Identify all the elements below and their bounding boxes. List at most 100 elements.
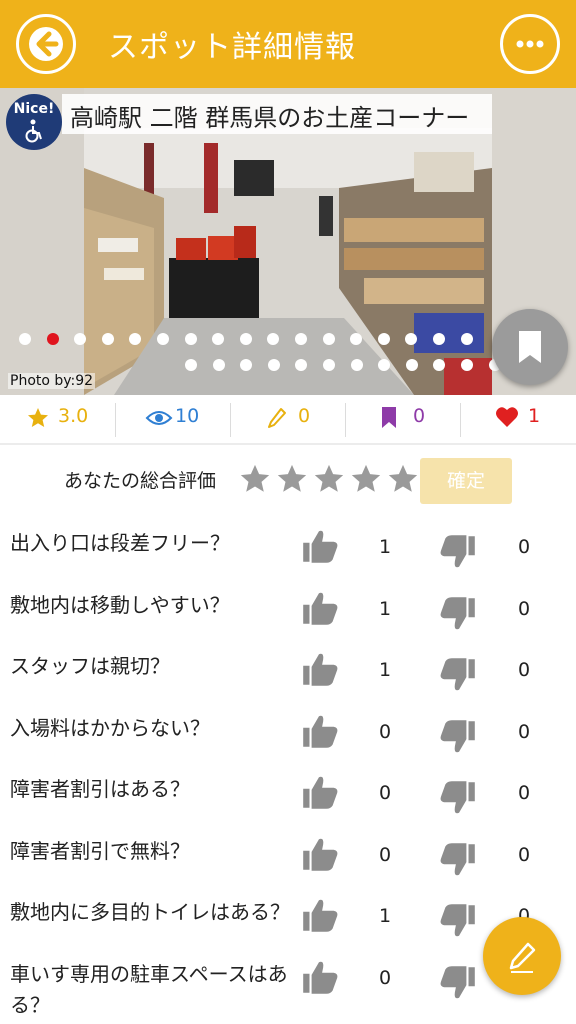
- thumbs-up-icon[interactable]: [298, 526, 342, 568]
- rating-star-icon[interactable]: [386, 462, 420, 496]
- question-row: 障害者割引で無料？ 0 0: [0, 836, 576, 898]
- carousel-dot[interactable]: [185, 359, 197, 371]
- rating-label: あなたの総合評価: [64, 470, 217, 492]
- question-row: 入場料はかからない？ 0 0: [0, 713, 576, 775]
- carousel-dot[interactable]: [267, 359, 280, 371]
- carousel-dot[interactable]: [460, 333, 473, 345]
- carousel-dot[interactable]: [157, 333, 169, 345]
- back-button[interactable]: [16, 14, 76, 74]
- thumbs-down-icon[interactable]: [436, 592, 480, 634]
- thumbs-up-icon[interactable]: [298, 772, 342, 814]
- carousel-dot[interactable]: [295, 333, 307, 345]
- yes-count: 0: [378, 966, 392, 989]
- carousel-dot[interactable]: [405, 359, 418, 371]
- bookmark-icon: [382, 407, 396, 428]
- stat-reviews: 0: [230, 395, 345, 443]
- yes-count: 0: [378, 782, 392, 804]
- yes-count: 1: [378, 905, 392, 927]
- thumbs-down-icon[interactable]: [436, 961, 480, 1003]
- photo-carousel[interactable]: 高崎駅 二階 群馬県のお土産コーナー Nice! Photo by:92: [0, 88, 576, 395]
- thumbs-down-icon[interactable]: [436, 715, 480, 757]
- question-row: 出入り口は段差フリー？ 1 0: [0, 528, 576, 590]
- question-text: 障害者割引で無料？: [10, 838, 190, 863]
- yes-count: 0: [378, 720, 392, 743]
- thumbs-up-icon[interactable]: [298, 957, 342, 999]
- thumbs-down-icon[interactable]: [436, 776, 480, 818]
- bookmark-button[interactable]: [492, 309, 568, 385]
- stat-bookmarks: 0: [345, 395, 460, 443]
- question-text: 出入り口は段差フリー？: [10, 531, 230, 555]
- page-title: スポット詳細情報: [108, 30, 356, 65]
- carousel-dot[interactable]: [239, 333, 252, 345]
- question-text: 障害者割引はある？: [10, 777, 190, 801]
- yes-count: 0: [378, 843, 392, 866]
- no-count: 0: [517, 720, 531, 743]
- carousel-dot[interactable]: [212, 359, 225, 371]
- spot-title: 高崎駅 二階 群馬県のお土産コーナー: [70, 104, 470, 132]
- question-row: 敷地内は移動しやすい？ 1 0: [0, 590, 576, 652]
- stat-rating-value: 3.0: [58, 405, 89, 427]
- stats-row: 3.0 10 0 0 1: [0, 395, 576, 445]
- carousel-dot[interactable]: [377, 333, 390, 345]
- thumbs-up-icon[interactable]: [298, 711, 342, 753]
- question-row: 障害者割引はある？ 0 0: [0, 774, 576, 836]
- stat-likes-value: 1: [528, 405, 541, 427]
- more-button[interactable]: [500, 14, 560, 74]
- pencil-icon: [509, 942, 536, 973]
- stat-views-value: 10: [175, 405, 200, 427]
- question-text: 敷地内は移動しやすい？: [10, 592, 230, 617]
- bookmark-icon: [519, 331, 541, 363]
- app-header: スポット詳細情報: [0, 0, 576, 88]
- rating-star-icon[interactable]: [275, 462, 309, 496]
- nice-badge-text: Nice!: [13, 101, 55, 117]
- wheelchair-icon: [25, 119, 42, 143]
- carousel-dot[interactable]: [101, 333, 114, 345]
- stat-reviews-value: 0: [298, 405, 311, 427]
- rating-star-icon[interactable]: [349, 462, 383, 496]
- question-text: 入場料はかからない？: [10, 715, 210, 740]
- question-row: スタッフは親切？ 1 0: [0, 651, 576, 713]
- thumbs-down-icon[interactable]: [436, 838, 480, 880]
- stat-views: 10: [115, 395, 230, 443]
- yes-count: 1: [378, 597, 392, 620]
- star-icon: [28, 408, 48, 427]
- no-count: 0: [517, 843, 531, 866]
- carousel-dot[interactable]: [433, 333, 445, 345]
- question-text: 車いす専用の駐車スペースはある？: [10, 961, 288, 1017]
- app-screen: スポット詳細情報 高崎駅 二階 群馬県のお土産コーナー Nice! Photo …: [0, 0, 576, 1024]
- carousel-dot[interactable]: [350, 359, 363, 371]
- stat-likes: 1: [460, 395, 575, 443]
- yes-count: 1: [378, 536, 392, 558]
- no-count: 0: [517, 782, 531, 804]
- thumbs-up-icon[interactable]: [298, 895, 342, 937]
- thumbs-down-icon[interactable]: [436, 653, 480, 695]
- thumbs-down-icon[interactable]: [436, 899, 480, 941]
- no-count: 0: [517, 659, 531, 681]
- spot-photo: [84, 88, 492, 395]
- carousel-dot[interactable]: [461, 359, 473, 371]
- thumbs-up-icon[interactable]: [298, 834, 342, 876]
- arrow-left-icon: [29, 27, 63, 61]
- eye-icon: [145, 411, 173, 425]
- store-interior-image: [84, 88, 492, 395]
- thumbs-up-icon[interactable]: [298, 649, 342, 691]
- no-count: 0: [517, 536, 531, 558]
- carousel-dot[interactable]: [184, 333, 197, 345]
- pencil-icon: [268, 408, 286, 428]
- stat-rating: 3.0: [0, 395, 115, 443]
- carousel-dot[interactable]: [46, 333, 59, 345]
- stat-bookmarks-value: 0: [413, 405, 426, 427]
- carousel-dot[interactable]: [19, 333, 31, 345]
- question-text: 敷地内に多目的トイレはある？: [10, 900, 290, 924]
- write-review-button[interactable]: [483, 917, 561, 995]
- thumbs-down-icon[interactable]: [436, 530, 480, 572]
- rating-star-icon[interactable]: [238, 462, 272, 496]
- rating-star-icon[interactable]: [312, 462, 346, 496]
- nice-badge: Nice!: [6, 94, 62, 150]
- confirm-button[interactable]: 確定: [420, 458, 512, 504]
- yes-count: 1: [378, 659, 392, 681]
- more-horizontal-icon: [516, 40, 544, 48]
- carousel-dot[interactable]: [323, 359, 335, 371]
- thumbs-up-icon[interactable]: [298, 588, 342, 630]
- carousel-dot[interactable]: [322, 333, 335, 345]
